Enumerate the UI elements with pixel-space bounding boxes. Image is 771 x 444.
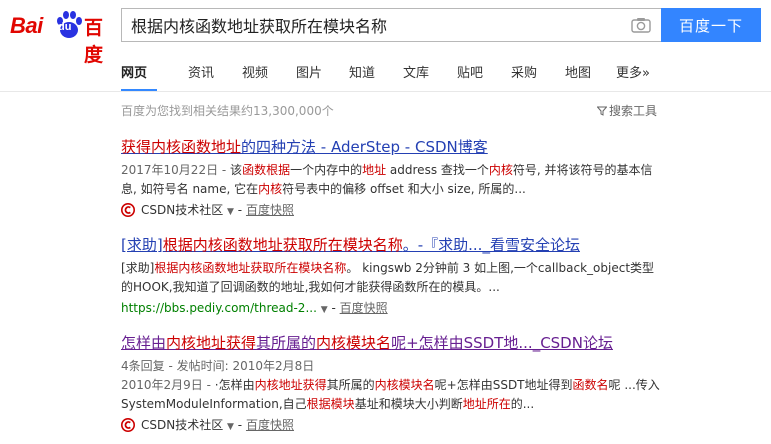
cache-link[interactable]: 百度快照 — [340, 301, 388, 315]
result-url[interactable]: https://bbs.pediy.com/thread-2... — [121, 301, 317, 315]
tab-web[interactable]: 网页 — [121, 62, 147, 81]
highlight-text: 根据模块 — [306, 397, 355, 411]
csdn-icon — [121, 418, 135, 432]
highlight-text: 根据内核函数地址获取所在模块名称 — [154, 261, 347, 275]
result-count: 百度为您找到相关结果约13,300,000个 — [121, 104, 334, 118]
dropdown-arrow-icon[interactable]: ▼ — [227, 422, 234, 432]
source-name[interactable]: CSDN技术社区 — [141, 203, 223, 217]
text-segment: 呢+怎样由SSDT地址得到 — [434, 378, 573, 392]
source-name[interactable]: CSDN技术社区 — [141, 418, 223, 432]
text-segment: ·怎样由 — [214, 378, 255, 392]
csdn-icon — [121, 203, 135, 217]
tab-zhidao[interactable]: 知道 — [349, 62, 375, 81]
result-title[interactable]: 怎样由内核地址获得其所属的内核模块名呢+怎样由SSDT地..._CSDN论坛 — [121, 332, 666, 354]
highlight-text: 函数名 — [572, 378, 609, 392]
nav-tabs: 网页 资讯 视频 图片 知道 文库 贴吧 采购 地图 更多» — [0, 52, 771, 92]
tab-caigou[interactable]: 采购 — [511, 62, 537, 81]
tab-tieba[interactable]: 贴吧 — [457, 62, 483, 81]
cache-link[interactable]: 百度快照 — [246, 203, 294, 217]
highlight-text: 地址所在 — [462, 397, 511, 411]
highlight-text: 内核模块名 — [316, 334, 392, 352]
result-title[interactable]: 获得内核函数地址的四种方法 - AderStep - CSDN博客 — [121, 136, 666, 158]
logo-du-text: du — [58, 21, 72, 33]
separator: - — [237, 203, 243, 217]
separator: - — [237, 418, 243, 432]
tab-video[interactable]: 视频 — [242, 62, 268, 81]
tab-map[interactable]: 地图 — [565, 62, 591, 81]
text-segment: 基址和模块大小判断 — [354, 397, 463, 411]
header: Bai du 百度 百度一下 — [0, 0, 771, 66]
text-segment: 其所属的 — [256, 334, 317, 352]
separator: - — [331, 301, 336, 315]
dropdown-arrow-icon[interactable]: ▼ — [227, 207, 234, 217]
result-abstract: 2017年10月22日 - 该函数根据一个内存中的地址 address 查找一个… — [121, 161, 666, 199]
logo-bai-text: Bai — [10, 13, 43, 38]
text-segment: 怎样由 — [121, 334, 167, 352]
text-segment: 该 — [230, 163, 243, 177]
result-source: CSDN技术社区 ▼ - 百度快照 — [121, 200, 666, 222]
text-segment: 呢+怎样由SSDT地..._CSDN论坛 — [391, 334, 613, 352]
result-source: https://bbs.pediy.com/thread-2... ▼ - 百度… — [121, 298, 666, 320]
result-source: CSDN技术社区 ▼ - 百度快照 — [121, 415, 666, 437]
text-segment: 其所属的 — [326, 378, 375, 392]
result-abstract: 2010年2月9日 - ·怎样由内核地址获得其所属的内核模块名呢+怎样由SSDT… — [121, 376, 666, 414]
highlight-text: 内核地址获得 — [166, 334, 257, 352]
baidu-logo[interactable]: Bai du 百度 — [10, 10, 114, 66]
result-meta: 4条回复 - 发帖时间: 2010年2月8日 — [121, 359, 315, 373]
result-abstract: [求助]根据内核函数地址获取所在模块名称。 kingswb 2分钟前 3 如上图… — [121, 259, 666, 297]
highlight-text: 内核地址获得 — [254, 378, 327, 392]
search-box — [121, 8, 661, 42]
highlight-text: 函数根据 — [242, 163, 291, 177]
result-date: 2010年2月9日 - — [121, 378, 215, 392]
result-date: 2017年10月22日 - — [121, 163, 231, 177]
text-segment: 。-『求助..._看雪安全论坛 — [402, 236, 580, 254]
text-segment: 符号表中的偏移 offset 和大小 size, 所属的... — [282, 182, 526, 196]
highlight-text: 地址 — [362, 163, 387, 177]
search-result: 获得内核函数地址的四种方法 - AderStep - CSDN博客 2017年1… — [121, 136, 666, 222]
highlight-text: 内核 — [258, 182, 283, 196]
text-segment: 的... — [510, 397, 535, 411]
search-result: 怎样由内核地址获得其所属的内核模块名呢+怎样由SSDT地..._CSDN论坛 4… — [121, 332, 666, 437]
dropdown-arrow-icon[interactable]: ▼ — [321, 305, 328, 315]
text-segment: [求助] — [121, 261, 155, 275]
active-tab-indicator — [121, 89, 157, 91]
text-segment: address 查找一个 — [386, 163, 489, 177]
tab-wenku[interactable]: 文库 — [403, 62, 429, 81]
highlight-text: 内核 — [488, 163, 513, 177]
tab-images[interactable]: 图片 — [296, 62, 322, 81]
text-segment: [求助] — [121, 236, 163, 254]
text-segment: 一个内存中的 — [290, 163, 363, 177]
tab-news[interactable]: 资讯 — [188, 62, 214, 81]
search-tools-label: 搜索工具 — [609, 104, 658, 118]
funnel-icon — [597, 106, 607, 116]
highlight-text: 内核模块名 — [374, 378, 435, 392]
highlight-text: 根据内核函数地址获取所在模块名称 — [162, 236, 403, 254]
cache-link[interactable]: 百度快照 — [246, 418, 294, 432]
highlight-text: 获得内核函数地址 — [121, 138, 242, 156]
search-button[interactable]: 百度一下 — [661, 8, 761, 42]
camera-icon[interactable] — [631, 17, 651, 33]
result-title[interactable]: [求助]根据内核函数地址获取所在模块名称。-『求助..._看雪安全论坛 — [121, 234, 666, 256]
search-tools[interactable]: 搜索工具 — [597, 102, 657, 119]
search-result: [求助]根据内核函数地址获取所在模块名称。-『求助..._看雪安全论坛 [求助]… — [121, 234, 666, 320]
text-segment: 的四种方法 - AderStep - CSDN博客 — [241, 138, 488, 156]
tab-more[interactable]: 更多» — [616, 62, 650, 81]
search-input[interactable] — [122, 9, 622, 41]
